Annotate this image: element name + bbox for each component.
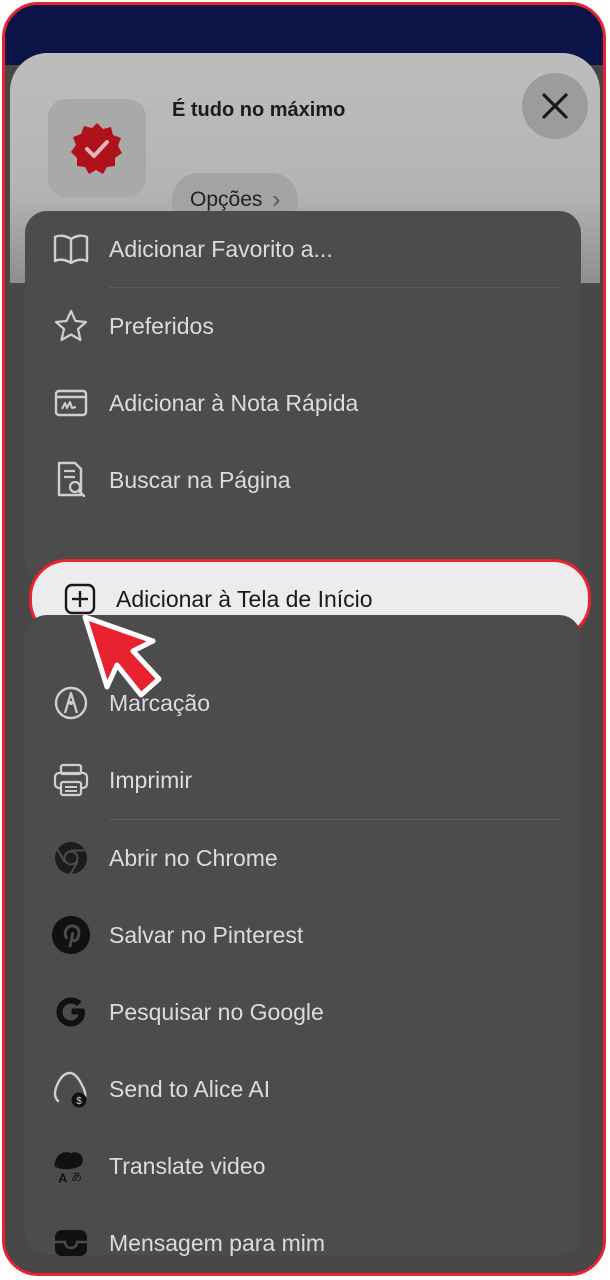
find-in-page-icon — [51, 460, 91, 500]
menu-item-find-in-page[interactable]: Buscar na Página — [25, 442, 581, 518]
menu-item-search-google[interactable]: Pesquisar no Google — [25, 974, 581, 1050]
message-tray-icon — [51, 1223, 91, 1263]
menu-item-label: Salvar no Pinterest — [109, 921, 304, 948]
menu-item-label: Preferidos — [109, 312, 214, 339]
close-icon — [542, 93, 568, 119]
menu-item-label: Imprimir — [109, 766, 193, 793]
chevron-right-icon: › — [272, 186, 281, 213]
google-icon — [51, 992, 91, 1032]
menu-item-label: Adicionar Favorito a... — [109, 235, 333, 262]
menu-item-add-bookmark[interactable]: Adicionar Favorito a... — [25, 211, 581, 287]
printer-icon — [51, 760, 91, 800]
alice-ai-icon: $ — [51, 1069, 91, 1109]
site-icon — [48, 99, 146, 197]
site-title: É tudo no máximo — [172, 99, 346, 121]
svg-text:あ: あ — [71, 1171, 82, 1184]
menu-group-1: Adicionar Favorito a... Preferidos Adici… — [25, 211, 581, 581]
menu-group-2: Marcação Imprimir Abrir no Chrome Salvar… — [25, 615, 581, 1256]
menu-item-label: Pesquisar no Google — [109, 998, 324, 1025]
menu-item-open-in-chrome[interactable]: Abrir no Chrome — [25, 820, 581, 896]
verified-badge-icon — [71, 123, 122, 174]
book-icon — [51, 229, 91, 269]
translate-video-icon: Aあ — [51, 1146, 91, 1186]
menu-item-message-to-self[interactable]: Mensagem para mim — [25, 1205, 581, 1273]
chrome-icon — [51, 838, 91, 878]
menu-item-label: Abrir no Chrome — [109, 844, 278, 871]
menu-item-label: Mensagem para mim — [109, 1229, 326, 1256]
menu-item-favorites[interactable]: Preferidos — [25, 288, 581, 364]
menu-item-save-to-pinterest[interactable]: Salvar no Pinterest — [25, 897, 581, 973]
svg-text:A: A — [58, 1170, 67, 1185]
menu-item-label: Send to Alice AI — [109, 1075, 271, 1102]
menu-item-label: Adicionar à Nota Rápida — [109, 389, 359, 416]
menu-item-send-to-alice-ai[interactable]: $ Send to Alice AI — [25, 1051, 581, 1127]
pinterest-icon — [51, 915, 91, 955]
menu-item-label: Buscar na Página — [109, 466, 291, 493]
svg-text:$: $ — [76, 1096, 82, 1107]
quick-note-icon — [51, 383, 91, 423]
star-icon — [51, 306, 91, 346]
close-button[interactable] — [522, 73, 588, 139]
phone-frame: É tudo no máximo Opções › Adicionar Favo… — [2, 2, 606, 1276]
menu-item-label: Translate video — [109, 1152, 266, 1179]
menu-item-quick-note[interactable]: Adicionar à Nota Rápida — [25, 365, 581, 441]
menu-item-print[interactable]: Imprimir — [25, 742, 581, 818]
options-label: Opções — [190, 188, 263, 211]
pointer-arrow-icon — [69, 601, 169, 711]
menu-item-translate-video[interactable]: Aあ Translate video — [25, 1128, 581, 1204]
